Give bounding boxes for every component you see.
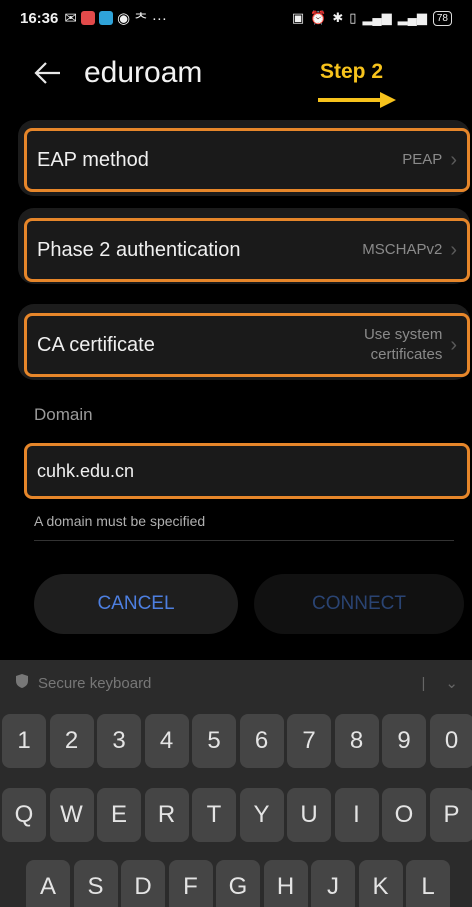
key-g[interactable]: G xyxy=(216,860,260,907)
phase2-auth-row[interactable]: Phase 2 authentication MSCHAPv2 › xyxy=(24,218,470,282)
key-4[interactable]: 4 xyxy=(144,714,189,768)
key-u[interactable]: U xyxy=(287,788,331,842)
message-icon: ✉ xyxy=(64,10,77,27)
separator-icon: | xyxy=(421,674,426,692)
key-8[interactable]: 8 xyxy=(334,714,379,768)
domain-input[interactable]: cuhk.edu.cn xyxy=(24,443,470,499)
key-d[interactable]: D xyxy=(121,860,165,907)
key-o[interactable]: O xyxy=(382,788,426,842)
status-right-icons: ▣ ⏰ ✱ ▯ ▂▄▆ ▂▄▆ 78 xyxy=(292,10,452,26)
nav-icon: ᄎ xyxy=(134,10,148,28)
key-l[interactable]: L xyxy=(406,860,450,907)
status-bar: 16:36 ✉ ◉ ᄎ ··· ▣ ⏰ ✱ ▯ ▂▄▆ ▂▄▆ 78 xyxy=(0,0,472,36)
chevron-right-icon: › xyxy=(450,148,457,171)
key-w[interactable]: W xyxy=(49,788,94,842)
ca-value-line1: Use system xyxy=(363,326,443,343)
domain-hint: A domain must be specified xyxy=(34,513,206,529)
keyboard-header: Secure keyboard | ⌄ xyxy=(0,660,472,706)
step-label: Step 2 xyxy=(320,60,384,83)
shield-icon xyxy=(14,673,30,693)
app-red-icon xyxy=(80,11,95,25)
eap-method-row[interactable]: EAP method PEAP › xyxy=(24,128,470,192)
phase2-auth-label: Phase 2 authentication xyxy=(37,238,241,261)
key-1[interactable]: 1 xyxy=(2,714,46,768)
chevron-right-icon: › xyxy=(450,333,457,356)
app-bar: eduroam Step 2 xyxy=(0,36,472,116)
page-title: eduroam xyxy=(84,56,203,89)
key-k[interactable]: K xyxy=(358,860,403,907)
battery-icon: 78 xyxy=(432,10,452,26)
signal-icon: ▂▄▆ xyxy=(362,10,392,25)
chevron-right-icon: › xyxy=(450,238,457,261)
key-2[interactable]: 2 xyxy=(49,714,94,768)
key-i[interactable]: I xyxy=(334,788,379,842)
key-p[interactable]: P xyxy=(429,788,472,842)
back-arrow-icon[interactable] xyxy=(32,58,62,88)
key-f[interactable]: F xyxy=(168,860,213,907)
domain-label: Domain xyxy=(34,405,93,424)
key-j[interactable]: J xyxy=(311,860,355,907)
keyboard-title: Secure keyboard xyxy=(38,674,152,692)
keyboard-controls: | ⌄ xyxy=(421,674,458,693)
status-left-icons: ✉ ◉ ᄎ ··· xyxy=(64,8,166,29)
ca-certificate-row[interactable]: CA certificate Use system certificates › xyxy=(24,313,470,377)
key-9[interactable]: 9 xyxy=(382,714,426,768)
collapse-keyboard-icon[interactable]: ⌄ xyxy=(445,674,458,692)
cancel-button[interactable]: CANCEL xyxy=(34,574,238,634)
key-3[interactable]: 3 xyxy=(97,714,141,768)
nfc-icon: ▣ xyxy=(291,10,305,25)
alarm-icon: ⏰ xyxy=(310,10,327,25)
key-7[interactable]: 7 xyxy=(287,714,331,768)
ca-certificate-label: CA certificate xyxy=(37,333,155,356)
status-time: 16:36 xyxy=(20,9,59,27)
eap-method-value: PEAP xyxy=(402,151,443,168)
eap-method-label: EAP method xyxy=(37,148,149,171)
key-5[interactable]: 5 xyxy=(192,714,236,768)
connect-button[interactable]: CONNECT xyxy=(254,574,464,634)
more-icon: ··· xyxy=(151,9,167,27)
domain-input-value: cuhk.edu.cn xyxy=(37,460,135,481)
divider xyxy=(34,540,454,541)
key-6[interactable]: 6 xyxy=(239,714,284,768)
bluetooth-icon: ✱ xyxy=(332,10,344,25)
key-t[interactable]: T xyxy=(192,788,236,842)
key-h[interactable]: H xyxy=(263,860,308,907)
secure-keyboard: Secure keyboard | ⌄ 1234567890 QWERTYUIOP… xyxy=(0,660,472,907)
phase2-auth-value: MSCHAPv2 xyxy=(362,241,443,258)
ca-certificate-value: Use system certificates xyxy=(364,325,442,365)
signal2-icon: ▂▄▆ xyxy=(397,10,427,25)
app-icon: ◉ xyxy=(116,10,131,27)
key-s[interactable]: S xyxy=(73,860,118,907)
key-y[interactable]: Y xyxy=(239,788,284,842)
key-a[interactable]: A xyxy=(26,860,70,907)
vibrate-icon: ▯ xyxy=(349,10,357,25)
key-0[interactable]: 0 xyxy=(429,714,472,768)
ca-value-line2: certificates xyxy=(370,346,443,363)
key-q[interactable]: Q xyxy=(2,788,46,842)
key-r[interactable]: R xyxy=(144,788,189,842)
step-arrow-icon xyxy=(318,92,396,108)
app-blue-icon xyxy=(98,11,113,25)
key-e[interactable]: E xyxy=(97,788,141,842)
